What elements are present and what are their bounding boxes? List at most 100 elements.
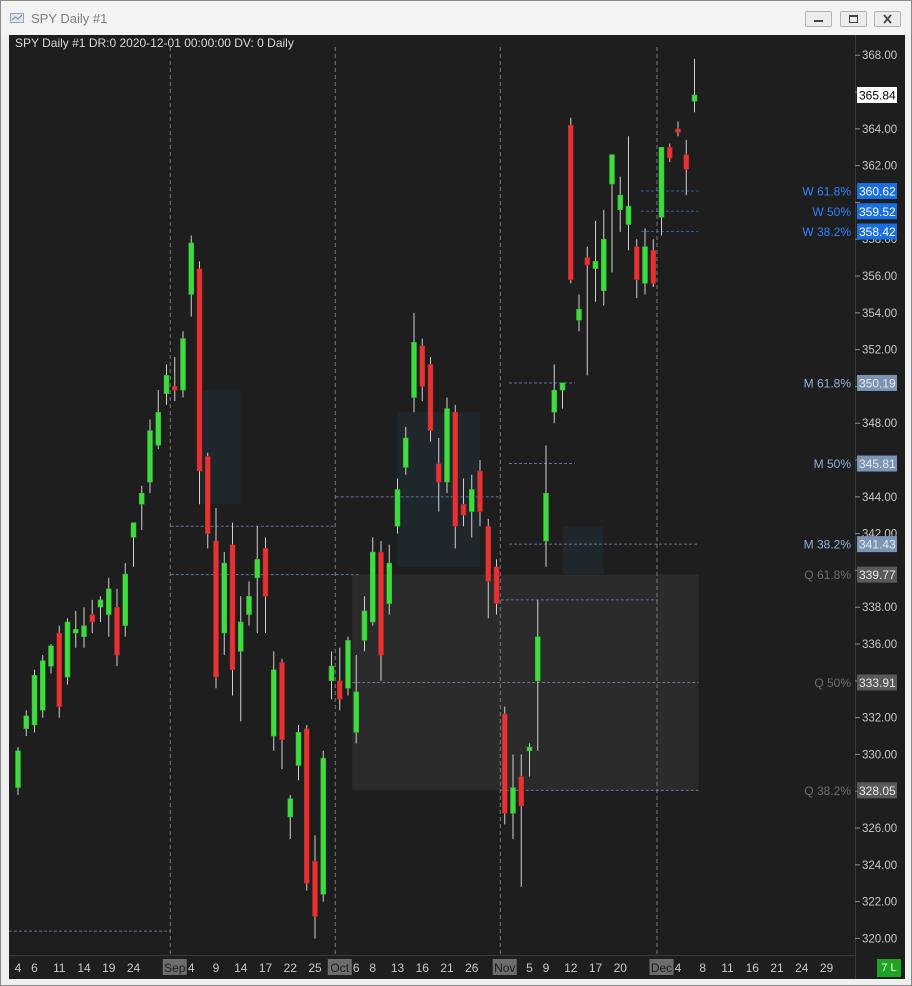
candle-body: [31, 675, 38, 726]
x-tick-label: 14: [234, 961, 248, 975]
candle-body: [650, 250, 656, 284]
x-tick-label: 17: [589, 961, 603, 975]
x-tick-label: 9: [213, 961, 220, 975]
chart-window-icon: [10, 13, 24, 23]
candle-body: [139, 492, 145, 505]
x-tick-label: 8: [699, 961, 706, 975]
candle[interactable]: [444, 397, 450, 494]
candle[interactable]: [122, 563, 128, 637]
candle[interactable]: [229, 522, 236, 696]
level-name-label: M 61.8%: [804, 376, 852, 390]
candle-body: [56, 632, 62, 707]
close-icon: [883, 14, 892, 24]
candle-body: [683, 154, 689, 170]
candle[interactable]: [40, 655, 46, 718]
candle[interactable]: [147, 419, 153, 494]
candle[interactable]: [180, 331, 186, 398]
candle-body: [386, 562, 392, 604]
candle-body: [89, 614, 95, 623]
candle[interactable]: [304, 725, 310, 891]
candle-body: [246, 595, 252, 615]
maximize-icon: [849, 15, 858, 23]
x-tick-label: 9: [543, 961, 550, 975]
candle-body: [196, 268, 203, 472]
candle-body: [502, 713, 508, 814]
x-tick-label: 11: [53, 961, 66, 975]
window-titlebar[interactable]: SPY Daily #1: [1, 1, 911, 35]
candle[interactable]: [345, 636, 351, 696]
candle-body: [353, 691, 359, 733]
level-name-label: Q 50%: [814, 676, 851, 690]
level-name-label: Q 61.8%: [804, 568, 851, 582]
candle[interactable]: [196, 261, 203, 505]
x-tick-label: 4: [188, 961, 195, 975]
y-tick-label: 356.00: [862, 271, 897, 283]
x-tick-label: 16: [416, 961, 430, 975]
candle[interactable]: [31, 669, 38, 733]
candle-body: [559, 382, 566, 391]
month-range-zone: [562, 526, 604, 575]
chart-header: SPY Daily #1 DR:0 2020-12-01 00:00:00 DV…: [15, 36, 294, 50]
x-tick-label: Nov: [494, 961, 515, 975]
price-chart[interactable]: 320.00322.00324.00326.00328.00330.00332.…: [9, 35, 905, 979]
candle-body: [345, 640, 351, 689]
x-tick-label: Dec: [651, 961, 672, 975]
level-price-value: 350.19: [859, 376, 896, 390]
level-price-value: 328.05: [859, 784, 896, 798]
candle-body: [370, 551, 376, 623]
y-tick-label: 326.00: [862, 823, 897, 835]
candle-body: [205, 456, 211, 534]
candle-body: [642, 246, 648, 284]
status-badge: 7 L: [877, 959, 901, 977]
x-tick-label: 6: [353, 961, 360, 975]
x-tick-label: 21: [440, 961, 454, 975]
minimize-button[interactable]: [805, 11, 832, 27]
x-tick-label: 20: [614, 961, 628, 975]
close-button[interactable]: [874, 11, 901, 27]
chart-window: SPY Daily #1 320.00 322.00 324.00 326.00 328…: [0, 0, 912, 986]
x-tick-label: 12: [564, 961, 578, 975]
candle[interactable]: [502, 706, 508, 825]
candle-body: [403, 437, 409, 468]
candle-body: [667, 146, 673, 159]
candle-body: [97, 599, 104, 608]
candle-body: [130, 522, 137, 538]
candle-body: [584, 257, 590, 266]
candle-body: [617, 194, 623, 211]
y-tick-label: 364.00: [862, 124, 897, 136]
candle-body: [213, 540, 219, 678]
x-tick-label: 5: [526, 961, 533, 975]
x-tick-label: Sep: [164, 961, 186, 975]
x-tick-label: 26: [465, 961, 479, 975]
x-tick-label: 13: [391, 961, 405, 975]
candle[interactable]: [427, 357, 434, 442]
candle[interactable]: [15, 747, 21, 795]
candle-body: [40, 660, 46, 711]
x-tick-label: 19: [102, 961, 116, 975]
candle-body: [510, 787, 516, 814]
candle-body: [411, 342, 417, 398]
level-name-label: Q 38.2%: [804, 784, 851, 798]
y-tick-label: 344.00: [862, 492, 897, 504]
candle-body: [221, 562, 227, 634]
x-tick-label: 16: [746, 961, 760, 975]
candlestick-chart[interactable]: 320.00322.00324.00326.00328.00330.00332.…: [9, 35, 905, 979]
candle-body: [551, 389, 557, 413]
candle[interactable]: [64, 618, 71, 685]
candle[interactable]: [320, 750, 326, 902]
maximize-button[interactable]: [840, 11, 867, 27]
level-price-value: 339.77: [859, 568, 896, 582]
candle-body: [15, 750, 21, 788]
x-tick-label: 25: [308, 961, 322, 975]
y-tick-label: 336.00: [862, 639, 897, 651]
candle-body: [114, 606, 120, 656]
level-name-label: W 38.2%: [802, 225, 851, 239]
candle-body: [122, 573, 128, 626]
candle[interactable]: [568, 117, 574, 284]
candle-body: [188, 242, 194, 295]
candle-body: [592, 261, 599, 269]
candle-body: [568, 124, 574, 280]
candle[interactable]: [56, 625, 62, 718]
y-tick-label: 322.00: [862, 897, 897, 909]
candle-body: [106, 588, 112, 615]
